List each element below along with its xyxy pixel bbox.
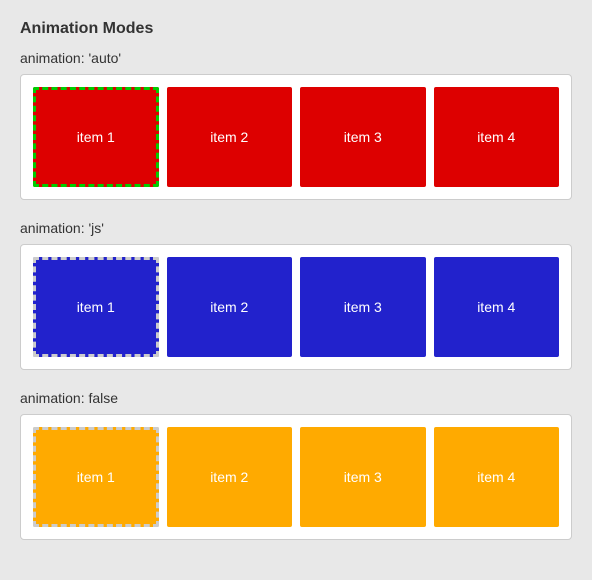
item-auto-2[interactable]: item 2 (167, 87, 293, 187)
item-false-2[interactable]: item 2 (167, 427, 293, 527)
item-false-1[interactable]: item 1 (33, 427, 159, 527)
items-row-auto: item 1item 2item 3item 4 (33, 87, 559, 187)
items-row-false: item 1item 2item 3item 4 (33, 427, 559, 527)
section-auto: animation: 'auto' item 1item 2item 3item … (20, 50, 572, 200)
item-auto-1[interactable]: item 1 (33, 87, 159, 187)
item-false-4[interactable]: item 4 (434, 427, 560, 527)
item-js-4[interactable]: item 4 (434, 257, 560, 357)
carousel-js: item 1item 2item 3item 4 (20, 244, 572, 370)
carousel-auto: item 1item 2item 3item 4 (20, 74, 572, 200)
item-js-1[interactable]: item 1 (33, 257, 159, 357)
item-auto-3[interactable]: item 3 (300, 87, 426, 187)
section-false: animation: false item 1item 2item 3item 4 (20, 390, 572, 540)
section-js: animation: 'js' item 1item 2item 3item 4 (20, 220, 572, 370)
item-js-2[interactable]: item 2 (167, 257, 293, 357)
item-false-3[interactable]: item 3 (300, 427, 426, 527)
item-js-3[interactable]: item 3 (300, 257, 426, 357)
carousel-false: item 1item 2item 3item 4 (20, 414, 572, 540)
item-auto-4[interactable]: item 4 (434, 87, 560, 187)
section-label-js: animation: 'js' (20, 220, 572, 236)
section-label-false: animation: false (20, 390, 572, 406)
section-label-auto: animation: 'auto' (20, 50, 572, 66)
items-row-js: item 1item 2item 3item 4 (33, 257, 559, 357)
page-title: Animation Modes (20, 20, 572, 38)
